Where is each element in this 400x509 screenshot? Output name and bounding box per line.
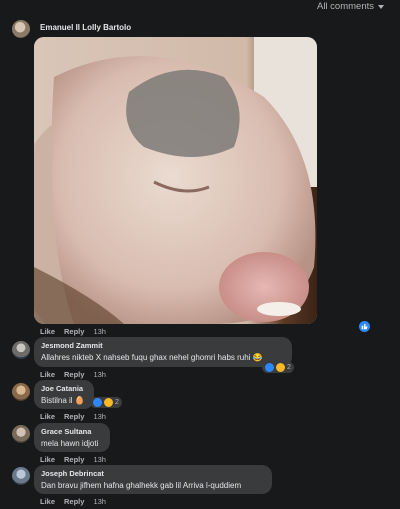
like-icon[interactable] (359, 321, 370, 332)
avatar[interactable] (12, 383, 30, 401)
avatar[interactable] (12, 341, 30, 359)
reply-button[interactable]: Reply (64, 455, 84, 464)
reaction-count: 2 (115, 399, 119, 406)
comment-text: Allahres nikteb X nahseb fuqu ghax nehel… (41, 353, 285, 362)
reaction-summary[interactable]: 2 (262, 362, 294, 373)
comment-bubble: Grace Sultana mela hawn idjoti (34, 423, 110, 452)
reply-button[interactable]: Reply (64, 412, 84, 421)
timestamp[interactable]: 13h (93, 327, 106, 336)
reply-button[interactable]: Reply (64, 497, 84, 506)
like-button[interactable]: Like (40, 370, 55, 379)
avatar[interactable] (12, 467, 30, 485)
comment-text-body: Bistilna il (41, 396, 73, 405)
comment-actions: Like Reply 13h (40, 497, 106, 506)
comment-actions: Like Reply 13h (40, 370, 106, 379)
reply-button[interactable]: Reply (64, 370, 84, 379)
reply-button[interactable]: Reply (64, 327, 84, 336)
comment-text: Dan bravu jifhem hafna ghalhekk gab lil … (41, 481, 242, 490)
comment-text: Bistilna il 🥚 (41, 396, 87, 405)
caret-down-icon (378, 4, 384, 9)
reaction-count: 2 (287, 364, 291, 371)
post-author[interactable]: Emanuel Il Lolly Bartolo (40, 23, 131, 32)
comment-text: mela hawn idjoti (41, 439, 99, 448)
like-button[interactable]: Like (40, 497, 55, 506)
like-button[interactable]: Like (40, 455, 55, 464)
avatar[interactable] (12, 425, 30, 443)
timestamp[interactable]: 13h (93, 455, 106, 464)
comment-actions: Like Reply 13h (40, 455, 106, 464)
reaction-summary[interactable]: 2 (90, 397, 122, 408)
all-comments-label: All comments (316, 1, 374, 12)
avatar[interactable] (12, 20, 30, 38)
comment-author[interactable]: Jesmond Zammit (41, 341, 285, 350)
comment-author[interactable]: Grace Sultana (41, 427, 103, 436)
timestamp[interactable]: 13h (93, 412, 106, 421)
all-comments-dropdown[interactable]: All comments (317, 1, 384, 12)
haha-icon (276, 363, 285, 372)
comment-actions: Like Reply 13h (40, 412, 106, 421)
haha-icon (104, 398, 113, 407)
like-button[interactable]: Like (40, 412, 55, 421)
like-icon (93, 398, 102, 407)
timestamp[interactable]: 13h (93, 370, 106, 379)
laughing-emoji-icon: 😂 (252, 353, 263, 362)
comment-author[interactable]: Joe Catania (41, 384, 87, 393)
like-icon (265, 363, 274, 372)
like-button[interactable]: Like (40, 327, 55, 336)
comment-author[interactable]: Joseph Debrincat (41, 469, 265, 478)
comment-bubble: Jesmond Zammit Allahres nikteb X nahseb … (34, 337, 292, 367)
comments-header: All comments (0, 0, 400, 14)
pig-photo-image (34, 37, 317, 324)
post-photo[interactable] (34, 37, 317, 324)
comment-text-body: Allahres nikteb X nahseb fuqu ghax nehel… (41, 353, 251, 362)
comment-bubble: Joseph Debrincat Dan bravu jifhem hafna … (34, 465, 272, 494)
thumbs-up-icon (361, 323, 368, 330)
timestamp[interactable]: 13h (93, 497, 106, 506)
post-actions: Like Reply 13h (40, 327, 106, 336)
comment-bubble: Joe Catania Bistilna il 🥚 (34, 380, 94, 409)
egg-emoji-icon: 🥚 (74, 396, 85, 405)
